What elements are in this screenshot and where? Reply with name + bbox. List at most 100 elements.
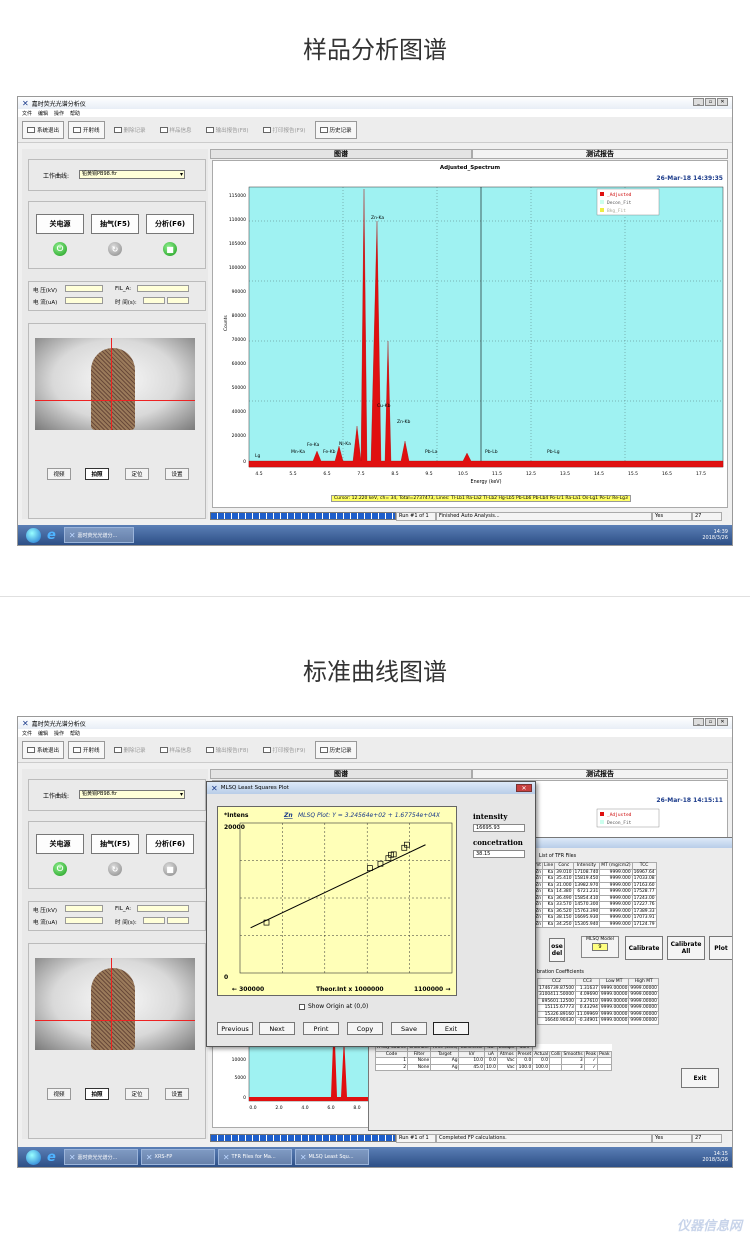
table-row[interactable]: Zn Ka 35.410 15819.450 9999.000 17033.08 <box>529 875 657 883</box>
video-button[interactable]: 视频 <box>47 1088 71 1100</box>
taskbar-app-xrsfp[interactable]: ✕ XRS-FP <box>140 1149 215 1165</box>
taskbar-app[interactable]: ✕ 嘉时荧光光谱分... <box>63 527 134 543</box>
close-button[interactable]: ✕ <box>717 98 728 106</box>
taskbar-app-main[interactable]: ✕ 嘉时荧光光谱分... <box>63 1149 138 1165</box>
exit-system-button[interactable]: 系统退出 <box>22 120 65 139</box>
close-model-button[interactable]: ose del <box>549 938 565 962</box>
tfr-exit-button[interactable]: Exit <box>681 1068 719 1088</box>
calibrate-all-button[interactable]: Calibrate All <box>667 936 705 960</box>
analyze-button[interactable]: 分析(F6) <box>146 834 194 854</box>
settings-button[interactable]: 设置 <box>165 468 189 480</box>
menu-help[interactable]: 帮助 <box>70 110 80 117</box>
previous-button[interactable]: Previous <box>217 1022 253 1035</box>
start-button-icon[interactable] <box>26 1149 41 1165</box>
table-row[interactable]: Zn Ka 14.380 6721.231 9999.000 17528.77 <box>529 888 657 896</box>
time-field-1[interactable] <box>143 917 165 924</box>
capture-button[interactable]: 拍照 <box>85 1088 109 1100</box>
vacuum-button[interactable]: 抽气(F5) <box>91 214 139 234</box>
table-row[interactable]: Zn Ka 31.000 13982.970 9999.000 17163.60 <box>529 881 657 889</box>
table-row[interactable]: Zn Ka 34.250 15305.940 9999.000 17124.79 <box>529 920 657 928</box>
tab-spectrum[interactable]: 图谱 <box>210 769 472 779</box>
table-row[interactable]: 16640.90430 -0.34901 9999.00000 9999.00000 <box>537 1017 659 1025</box>
settings-button[interactable]: 设置 <box>165 1088 189 1100</box>
time-field-2[interactable] <box>167 917 189 924</box>
maximize-button[interactable]: ▫ <box>705 98 716 106</box>
curve-select[interactable]: 铅黄铜PB98.ftr <box>79 790 185 799</box>
exit-system-button[interactable]: 系统退出 <box>22 740 65 759</box>
print-report-button[interactable]: 打印报告(F9) <box>258 741 311 759</box>
dialog-exit-button[interactable]: Exit <box>433 1022 469 1035</box>
menu-file[interactable]: 文件 <box>22 730 32 737</box>
menu-edit[interactable]: 编辑 <box>38 730 48 737</box>
show-origin-checkbox[interactable] <box>299 1003 305 1010</box>
close-button[interactable]: ✕ <box>717 718 728 726</box>
time-field-2[interactable] <box>167 297 189 304</box>
current-field[interactable] <box>65 297 103 304</box>
tab-report[interactable]: 测试报告 <box>472 769 728 779</box>
capture-button[interactable]: 拍照 <box>85 468 109 480</box>
locate-button[interactable]: 定位 <box>125 468 149 480</box>
fil-field[interactable] <box>137 905 189 912</box>
start-button-icon[interactable] <box>26 527 41 543</box>
fil-field[interactable] <box>137 285 189 292</box>
power-off-button[interactable]: 关电源 <box>36 214 84 234</box>
browser-icon[interactable]: e <box>47 1150 56 1165</box>
time-field-1[interactable] <box>143 297 165 304</box>
xray-on-button[interactable]: 开射线 <box>68 120 105 139</box>
sample-info-button[interactable]: 样品信息 <box>155 121 197 139</box>
table-row[interactable]: 2 None Ag 45.0 10.0 Vac 100.0 100.0 3 ✓ <box>374 1063 612 1071</box>
taskbar-app-mlsq[interactable]: ✕ MLSQ Least Squ... <box>294 1149 369 1165</box>
sample-info-button[interactable]: 样品信息 <box>155 741 197 759</box>
mlsq-model-value[interactable]: 9 <box>592 943 608 951</box>
menu-operate[interactable]: 操作 <box>54 730 64 737</box>
minimize-button[interactable]: _ <box>693 718 704 726</box>
vacuum-button[interactable]: 抽气(F5) <box>91 834 139 854</box>
calibrate-button[interactable]: Calibrate <box>625 936 663 960</box>
history-button[interactable]: 历史记录 <box>314 120 357 139</box>
table-row[interactable]: Zn Ka 36.490 15854.410 9999.000 17243.00 <box>529 894 657 902</box>
table-row[interactable]: 15326.89160 11.09969 9999.00000 9999.00000 <box>537 1010 659 1018</box>
export-report-button[interactable]: 输出报告(F8) <box>201 121 254 139</box>
history-button[interactable]: 历史记录 <box>314 740 357 759</box>
minimize-button[interactable]: _ <box>693 98 704 106</box>
delete-record-button[interactable]: 删除记录 <box>109 741 151 759</box>
next-button[interactable]: Next <box>259 1022 295 1035</box>
taskbar-app-tfr[interactable]: ✕ TFR Files for Ma... <box>217 1149 292 1165</box>
table-row[interactable]: 895601.12500 3.27610 9999.00000 9999.00000 <box>537 997 659 1005</box>
curve-select[interactable]: 铅黄铜PB98.ftr <box>79 170 185 179</box>
browser-icon[interactable]: e <box>47 528 56 543</box>
menu-edit[interactable]: 编辑 <box>38 110 48 117</box>
peak-label-mn-ka: Mn-Ka <box>291 449 305 455</box>
table-row[interactable]: Zn Ka 33.570 14570.300 9999.000 17227.76 <box>529 901 657 909</box>
tfr-cell-2: 36.520 <box>554 907 574 915</box>
table-row[interactable]: Zn Ka 36.520 15763.390 9999.000 17389.33 <box>529 907 657 915</box>
menu-file[interactable]: 文件 <box>22 110 32 117</box>
copy-button[interactable]: Copy <box>347 1022 383 1035</box>
table-row[interactable]: Zn Ka 38.150 16695.930 9999.000 17073.91 <box>529 914 657 922</box>
video-button[interactable]: 视频 <box>47 468 71 480</box>
menu-help[interactable]: 帮助 <box>70 730 80 737</box>
svg-text:14.5: 14.5 <box>594 471 604 477</box>
table-row[interactable]: 1746739.87500 1.31637 9999.00000 9999.00000 <box>537 984 659 992</box>
delete-record-button[interactable]: 删除记录 <box>109 121 151 139</box>
print-button[interactable]: Print <box>303 1022 339 1035</box>
intensity-field[interactable]: 16695.93 <box>473 824 525 832</box>
voltage-field[interactable] <box>65 285 103 292</box>
voltage-field[interactable] <box>65 905 103 912</box>
menu-operate[interactable]: 操作 <box>54 110 64 117</box>
print-report-button[interactable]: 打印报告(F9) <box>258 121 311 139</box>
power-off-button[interactable]: 关电源 <box>36 834 84 854</box>
plot-button[interactable]: Plot <box>709 936 732 960</box>
tab-report[interactable]: 测试报告 <box>472 149 728 159</box>
locate-button[interactable]: 定位 <box>125 1088 149 1100</box>
current-field[interactable] <box>65 917 103 924</box>
analyze-button[interactable]: 分析(F6) <box>146 214 194 234</box>
concentration-field[interactable]: 38.15 <box>473 850 525 858</box>
xray-on-button[interactable]: 开射线 <box>68 740 105 759</box>
save-button[interactable]: Save <box>391 1022 427 1035</box>
tab-spectrum[interactable]: 图谱 <box>210 149 472 159</box>
table-row[interactable]: Zn Ka 39.010 17108.740 9999.000 16967.64 <box>529 868 657 876</box>
dialog-close-button[interactable]: ✕ <box>516 784 532 792</box>
maximize-button[interactable]: ▫ <box>705 718 716 726</box>
export-report-button[interactable]: 输出报告(F8) <box>201 741 254 759</box>
